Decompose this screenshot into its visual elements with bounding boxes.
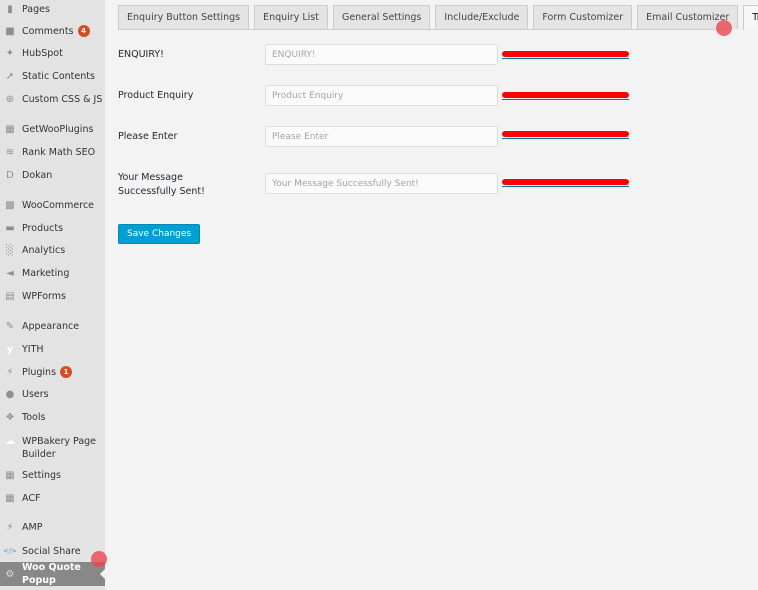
sidebar-item-yith[interactable]: y YITH [0,343,105,356]
sidebar-item-amp[interactable]: ⚡ AMP [0,521,105,534]
comments-count-badge: 4 [77,25,90,37]
click-marker [91,551,107,567]
yith-icon: y [6,343,14,355]
sidebar-item-settings[interactable]: ▦ Settings [0,469,105,482]
gear-icon: ⚙ [5,568,15,580]
pin-icon: ➚ [5,70,15,82]
field-label-message-sent: Your Message Successfully Sent! [118,172,205,197]
paintbrush-icon: ✎ [5,320,15,332]
sidebar-item-appearance[interactable]: ✎ Appearance [0,320,105,333]
sidebar-item-dokan[interactable]: D Dokan [0,169,105,182]
comments-icon: ■ [5,25,15,37]
redacted-link[interactable] [502,51,629,59]
sidebar-item-static-contents[interactable]: ➚ Static Contents [0,70,105,83]
sidebar-item-products[interactable]: ▬ Products [0,222,105,235]
getwooplugins-icon: ▦ [5,123,15,135]
sidebar-item-label: Comments [22,26,74,37]
cloud-icon: ☁ [5,435,15,447]
click-marker [716,20,732,36]
dokan-icon: D [6,169,14,181]
tab-enquiry-list[interactable]: Enquiry List [254,5,328,29]
sidebar-item-wpforms[interactable]: ▤ WPForms [0,290,105,303]
sidebar-item-social-share[interactable]: </> Social Share [0,545,105,558]
wrench-icon: ❖ [5,411,15,423]
sidebar-item-users[interactable]: ● Users [0,388,105,401]
analytics-icon: ░ [6,244,14,256]
sidebar-item-getwooplugins[interactable]: ▦ GetWooPlugins [0,123,105,136]
settings-tabs: Enquiry Button Settings Enquiry List Gen… [118,5,758,30]
sidebar-item-rank-math-seo[interactable]: ≋ Rank Math SEO [0,146,105,159]
redaction-bar [502,92,629,98]
sidebar-item-woo-quote-popup[interactable]: ⚙ Woo Quote Popup [0,562,105,586]
field-label-enquiry: ENQUIRY! [118,49,164,60]
sidebar-item-comments[interactable]: ■ Comments 4 [0,25,105,38]
amp-icon: ⚡ [6,521,14,533]
plus-circle-icon: ⊕ [5,93,15,105]
redacted-link[interactable] [502,92,629,100]
save-changes-button[interactable]: Save Changes [118,224,201,244]
pages-icon: ▮ [7,3,13,15]
settings-icon: ▦ [5,469,15,481]
code-icon: </> [2,547,18,555]
sidebar-item-woocommerce[interactable]: ▩ WooCommerce [0,199,105,212]
redaction-bar [502,179,629,185]
redacted-link[interactable] [502,131,629,139]
sidebar-item-acf[interactable]: ▦ ACF [0,492,105,505]
redaction-bar [502,131,629,137]
plugins-icon: ⚡ [6,366,14,378]
wpforms-icon: ▤ [5,290,15,302]
enquiry-translation-input[interactable] [265,44,498,65]
tabs-divider [118,29,730,30]
tab-translate[interactable]: Translate [743,5,758,30]
message-sent-translation-input[interactable] [265,173,498,194]
plugins-update-badge: 1 [60,366,73,378]
sidebar-item-plugins[interactable]: ⚡ Plugins 1 [0,366,105,379]
sidebar-item-wpbakery[interactable]: ☁ WPBakery Page Builder [0,435,105,461]
tab-enquiry-button-settings[interactable]: Enquiry Button Settings [118,5,250,29]
field-label-please-enter: Please Enter [118,131,178,142]
field-label-product-enquiry: Product Enquiry [118,90,194,101]
redaction-bar [502,51,629,57]
admin-sidebar: ▮ Pages ■ Comments 4 ✦ HubSpot ➚ Static Conte… [0,0,105,590]
active-indicator-arrow [100,569,105,579]
sidebar-item-marketing[interactable]: ◄ Marketing [0,267,105,280]
sidebar-item-analytics[interactable]: ░ Analytics [0,244,105,257]
tab-form-customizer[interactable]: Form Customizer [533,5,633,29]
hubspot-icon: ✦ [5,47,15,59]
sidebar-item-hubspot[interactable]: ✦ HubSpot [0,47,105,60]
sidebar-item-pages[interactable]: ▮ Pages [0,3,105,16]
tab-general-settings[interactable]: General Settings [332,5,431,29]
woocommerce-icon: ▩ [5,199,15,211]
tab-include-exclude[interactable]: Include/Exclude [435,5,529,29]
sidebar-item-tools[interactable]: ❖ Tools [0,411,105,424]
products-icon: ▬ [5,222,15,234]
acf-icon: ▦ [5,492,15,504]
redacted-link[interactable] [502,179,629,187]
sidebar-item-custom-css-js[interactable]: ⊕ Custom CSS & JS [0,93,105,106]
product-enquiry-translation-input[interactable] [265,85,498,106]
rank-math-icon: ≋ [5,146,15,158]
megaphone-icon: ◄ [6,267,14,279]
users-icon: ● [5,388,15,400]
sidebar-item-label: Plugins [22,367,57,378]
please-enter-translation-input[interactable] [265,126,498,147]
